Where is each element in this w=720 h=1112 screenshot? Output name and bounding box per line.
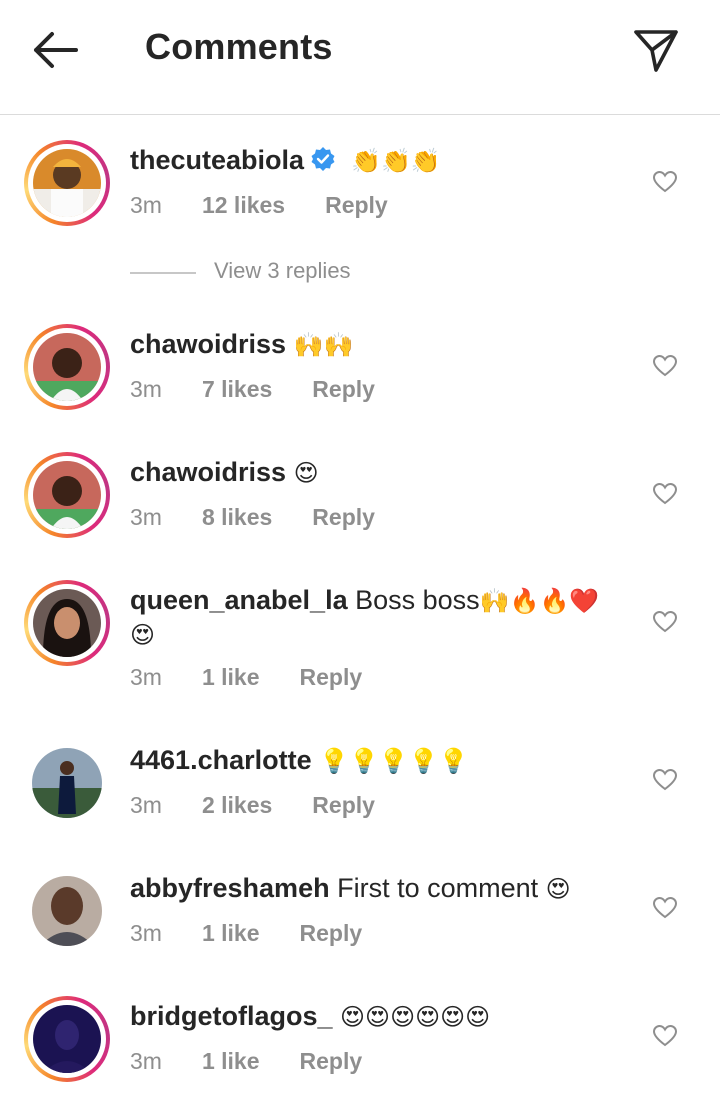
comment-meta: 3m 1 like Reply: [130, 1048, 362, 1075]
comment-likes[interactable]: 1 like: [202, 920, 260, 947]
comment-text: chawoidriss 🙌🙌: [130, 328, 353, 361]
replies-divider: [130, 272, 196, 274]
comment-time: 3m: [130, 792, 162, 818]
comment-username[interactable]: chawoidriss: [130, 457, 286, 487]
comment-meta: 3m 12 likes Reply: [130, 192, 388, 219]
reply-button[interactable]: Reply: [300, 664, 363, 691]
comment-meta: 3m 7 likes Reply: [130, 376, 375, 403]
avatar[interactable]: [24, 996, 110, 1082]
comment-username[interactable]: chawoidriss: [130, 329, 286, 359]
paper-plane-icon[interactable]: [630, 24, 682, 76]
comment-body: Boss boss: [355, 585, 480, 615]
comment-likes[interactable]: 7 likes: [202, 376, 272, 403]
comment-likes[interactable]: 2 likes: [202, 792, 272, 819]
comment-emojis: 💡💡💡💡💡: [319, 747, 469, 775]
comment-time: 3m: [130, 664, 162, 690]
comment-text: thecuteabiola 👏👏👏: [130, 144, 441, 177]
comment-meta: 3m 2 likes Reply: [130, 792, 375, 819]
avatar[interactable]: [24, 868, 110, 954]
view-replies-label: View 3 replies: [214, 258, 351, 283]
comment-time: 3m: [130, 920, 162, 946]
comment-emojis: 😍: [545, 875, 571, 903]
reply-button[interactable]: Reply: [300, 920, 363, 947]
comment-text: chawoidriss 😍: [130, 456, 319, 489]
comment-emojis: 🙌🔥🔥❤️: [479, 587, 600, 615]
comment-emojis: 👏👏👏: [351, 147, 441, 175]
comment-meta: 3m 1 like Reply: [130, 920, 362, 947]
reply-button[interactable]: Reply: [325, 192, 388, 219]
comment-time: 3m: [130, 1048, 162, 1074]
comment-likes[interactable]: 1 like: [202, 664, 260, 691]
comment-text: bridgetoflagos_ 😍😍😍😍😍😍: [130, 1000, 490, 1033]
comment-text: 4461.charlotte 💡💡💡💡💡: [130, 744, 469, 777]
avatar[interactable]: [24, 140, 110, 226]
reply-button[interactable]: Reply: [312, 504, 375, 531]
comment-username[interactable]: abbyfreshameh: [130, 873, 330, 903]
comment-likes[interactable]: 12 likes: [202, 192, 285, 219]
reply-button[interactable]: Reply: [312, 376, 375, 403]
comment-text-line2: 😍: [130, 618, 155, 651]
comment-username[interactable]: queen_anabel_la: [130, 585, 348, 615]
header-bar: Comments: [0, 0, 720, 115]
comment-username[interactable]: bridgetoflagos_: [130, 1001, 333, 1031]
avatar[interactable]: [24, 580, 110, 666]
page-title: Comments: [145, 26, 333, 67]
comment-body: First to comment: [337, 873, 539, 903]
comment-emojis: 🙌🙌: [293, 331, 354, 359]
comment-emojis: 😍: [293, 459, 319, 487]
heart-icon[interactable]: [652, 896, 678, 920]
heart-icon[interactable]: [652, 1024, 678, 1048]
comment-text: queen_anabel_la Boss boss🙌🔥🔥❤️: [130, 584, 599, 617]
comment-meta: 3m 8 likes Reply: [130, 504, 375, 531]
heart-icon[interactable]: [652, 768, 678, 792]
comment-likes[interactable]: 1 like: [202, 1048, 260, 1075]
comment-emojis: 😍😍😍😍😍😍: [340, 1003, 491, 1031]
reply-button[interactable]: Reply: [300, 1048, 363, 1075]
heart-icon[interactable]: [652, 610, 678, 634]
comment-time: 3m: [130, 376, 162, 402]
comment-text: abbyfreshameh First to comment 😍: [130, 872, 571, 905]
reply-button[interactable]: Reply: [312, 792, 375, 819]
comment-username[interactable]: thecuteabiola: [130, 145, 304, 175]
heart-icon[interactable]: [652, 170, 678, 194]
comment-time: 3m: [130, 192, 162, 218]
comment-emojis-line2: 😍: [130, 621, 156, 649]
verified-badge-icon: [311, 147, 335, 171]
comment-likes[interactable]: 8 likes: [202, 504, 272, 531]
comment-time: 3m: [130, 504, 162, 530]
heart-icon[interactable]: [652, 482, 678, 506]
comment-meta: 3m 1 like Reply: [130, 664, 362, 691]
avatar[interactable]: [24, 452, 110, 538]
avatar[interactable]: [24, 740, 110, 826]
heart-icon[interactable]: [652, 354, 678, 378]
avatar[interactable]: [24, 324, 110, 410]
comment-username[interactable]: 4461.charlotte: [130, 745, 312, 775]
arrow-left-icon[interactable]: [28, 28, 84, 72]
